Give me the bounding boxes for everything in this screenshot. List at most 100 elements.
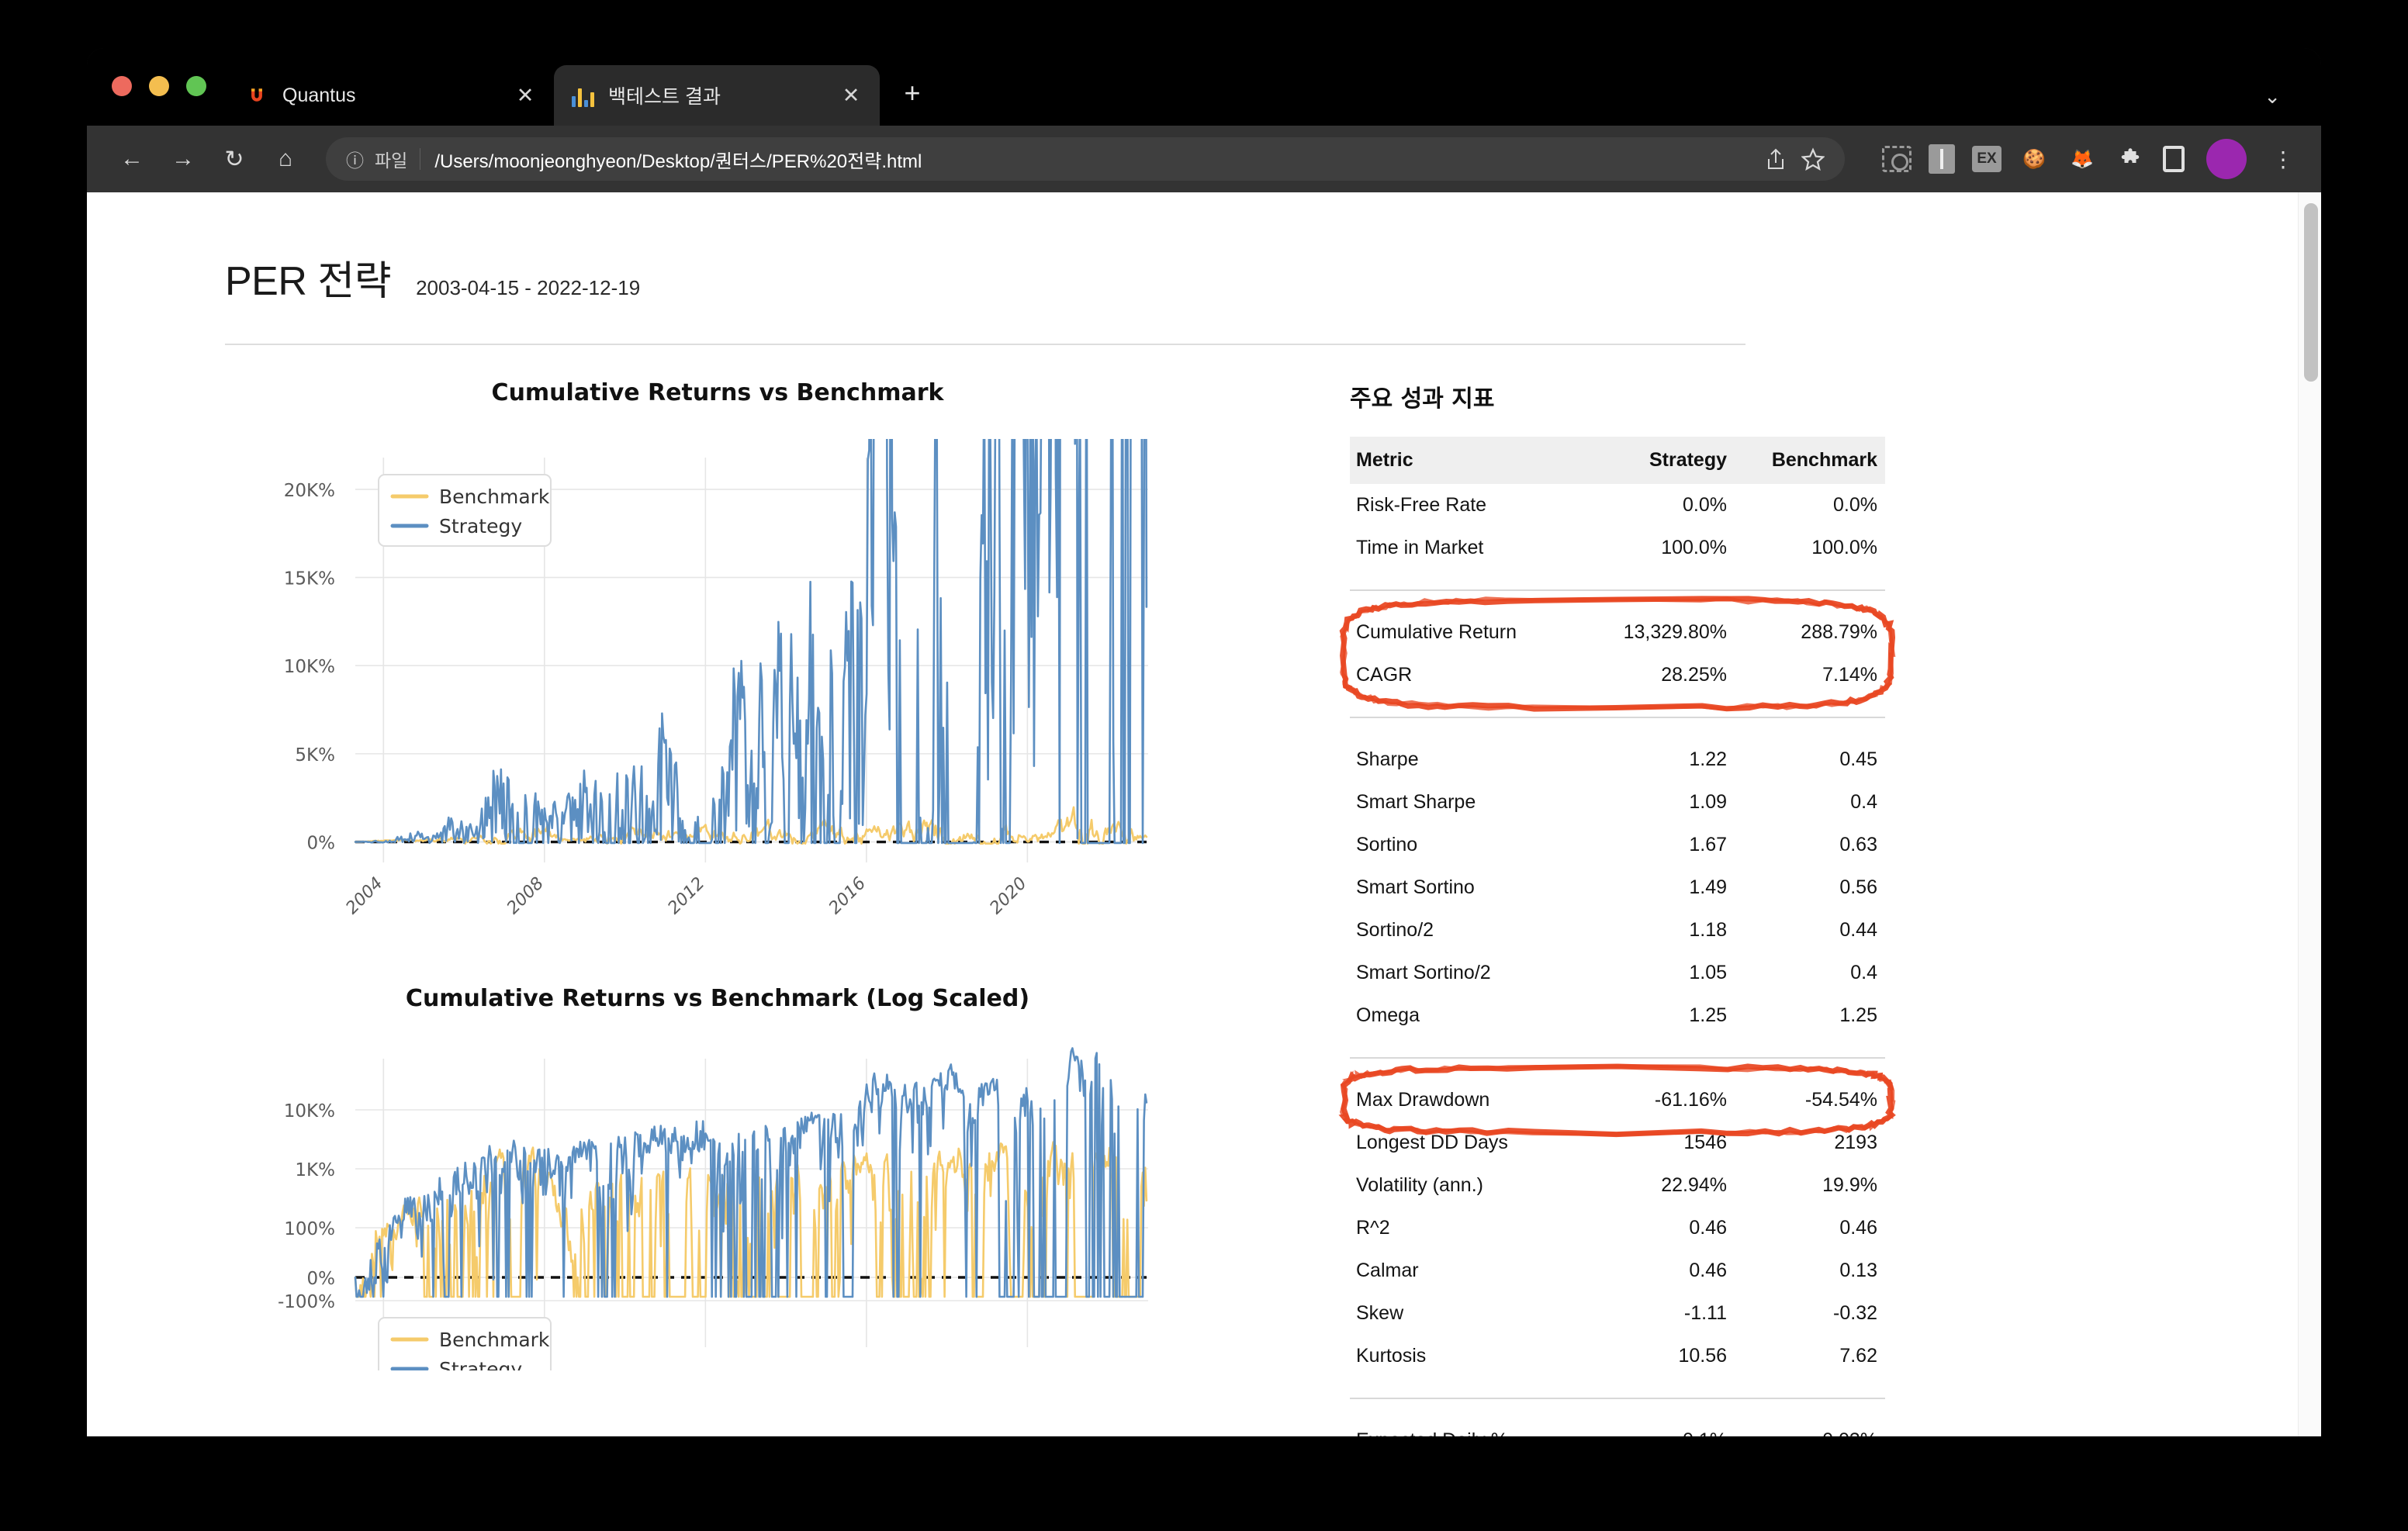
minimize-window-button[interactable] [149, 76, 169, 96]
report-body: Cumulative Returns vs Benchmark 0% 5K% 10K… [225, 379, 2230, 1436]
window-traffic-lights[interactable] [112, 76, 206, 96]
cookie-santa-icon[interactable]: 🍪 [2019, 143, 2050, 175]
new-tab-button[interactable]: + [895, 79, 929, 107]
scrollbar-thumb[interactable] [2304, 203, 2318, 382]
metric-benchmark-value: 0.03% [1735, 1419, 1885, 1436]
y-axis-tick-label: 1K% [295, 1160, 335, 1180]
charts-column: Cumulative Returns vs Benchmark 0% 5K% 10K… [225, 379, 1210, 1436]
table-row: Risk-Free Rate 0.0% 0.0% [1350, 484, 1885, 527]
url-text[interactable]: /Users/moonjeonghyeon/Desktop/퀀터스/PER%20… [434, 146, 1752, 173]
legend-label: Benchmark [439, 1329, 550, 1351]
chart-svg: 0% 5K% 10K% 15K% 20K% 2004 2008 2012 2016 2020 Ben… [284, 439, 1148, 918]
address-bar[interactable]: ⓘ 파일 /Users/moonjeonghyeon/Desktop/퀀터스/P… [326, 137, 1845, 181]
metric-benchmark-value: 0.4 [1850, 791, 1877, 813]
row-spacer [1350, 696, 1885, 717]
metric-name: Skew [1356, 1302, 1404, 1324]
metric-benchmark-value: 2193 [1834, 1132, 1877, 1153]
metric-name: R^2 [1356, 1217, 1390, 1239]
scheme-label: 파일 [375, 150, 408, 171]
capture-icon[interactable] [1882, 146, 1912, 172]
metric-name: Longest DD Days [1356, 1132, 1508, 1153]
browser-menu-icon[interactable]: ⋮ [2271, 147, 2295, 172]
row-spacer [1350, 1399, 1885, 1419]
metric-benchmark-value: 19.9% [1822, 1174, 1877, 1196]
metric-benchmark-value: 0.0% [1833, 494, 1877, 516]
row-spacer [1350, 569, 1885, 589]
metrics-column: 주요 성과 지표 Metric Strategy Benchmark Risk-… [1338, 379, 1896, 1436]
table-row: CAGR 28.25% 7.14% [1350, 654, 1885, 696]
metric-name: Smart Sharpe [1356, 791, 1476, 813]
metric-strategy-value: 28.25% [1661, 664, 1728, 686]
screen: Quantus ✕ 백테스트 결과 ✕ + ⌄ ← → ↻ ⌂ ⓘ 파일 /Us… [0, 0, 2408, 1531]
table-row: Time in Market 100.0% 100.0% [1350, 527, 1885, 569]
tab-title: Quantus [282, 84, 356, 106]
x-axis-tick-label: 2012 [664, 874, 708, 918]
tab-quantus[interactable]: Quantus ✕ [228, 65, 554, 126]
metric-benchmark-value: -0.32 [1833, 1302, 1877, 1324]
report-document: PER 전략 2003-04-15 - 2022-12-19 Cumulativ… [87, 192, 2321, 1436]
table-row: Calmar 0.46 0.13 [1350, 1249, 1885, 1292]
y-axis-tick-label: -100% [278, 1292, 335, 1312]
fox-icon[interactable]: 🦊 [2067, 143, 2098, 175]
y-axis-tick-label: 5K% [295, 745, 335, 766]
close-tab-button[interactable]: ✕ [839, 85, 863, 106]
metric-strategy-value: 13,329.80% [1623, 621, 1728, 643]
close-tab-button[interactable]: ✕ [514, 85, 537, 106]
table-row: Skew -1.11 -0.32 [1350, 1292, 1885, 1335]
metric-benchmark-value: 0.63 [1839, 834, 1877, 855]
chart-svg: -100% 0% 100% 1K% 10K% Benchmark Strategy [278, 1047, 1148, 1370]
tab-backtest-result[interactable]: 백테스트 결과 ✕ [554, 65, 880, 126]
metric-name: Max Drawdown [1356, 1089, 1490, 1111]
maximize-window-button[interactable] [186, 76, 206, 96]
metric-benchmark-value: 7.14% [1822, 664, 1877, 686]
y-axis-tick-label: 10K% [284, 1101, 335, 1121]
tabs: Quantus ✕ 백테스트 결과 ✕ + [228, 48, 929, 126]
metric-benchmark-value: 100.0% [1811, 537, 1877, 558]
table-row: Sortino/2 1.18 0.44 [1350, 909, 1885, 952]
metrics-section-title: 주요 성과 지표 [1350, 385, 1495, 413]
avatar[interactable] [2206, 139, 2247, 179]
reader-mode-icon[interactable] [1929, 144, 1955, 174]
chevron-down-icon[interactable]: ⌄ [2264, 85, 2281, 109]
metric-benchmark-value: -54.54% [1804, 1089, 1877, 1111]
metric-name: Sortino/2 [1356, 919, 1434, 941]
table-row: Expected Daily %0.1%0.03% [1350, 1419, 1885, 1436]
vertical-scrollbar[interactable] [2298, 192, 2321, 1436]
table-row: Kurtosis 10.56 7.62 [1350, 1335, 1885, 1377]
y-axis-tick-label: 10K% [284, 657, 335, 677]
metric-name: Kurtosis [1356, 1345, 1427, 1367]
close-window-button[interactable] [112, 76, 132, 96]
chart-cumulative-returns: Cumulative Returns vs Benchmark 0% 5K% 10K… [225, 379, 1210, 966]
star-icon[interactable] [1801, 147, 1825, 171]
home-button[interactable]: ⌂ [264, 137, 307, 181]
ex-extension-icon[interactable]: EX [1972, 146, 2001, 172]
metric-benchmark-value: 0.56 [1839, 876, 1877, 898]
forward-button[interactable]: → [161, 137, 205, 181]
metric-name: Sortino [1356, 834, 1418, 855]
metric-benchmark-value: 288.79% [1801, 621, 1877, 643]
reload-button[interactable]: ↻ [213, 137, 256, 181]
metric-strategy-value: -61.16% [1654, 1089, 1728, 1111]
table-row: Omega 1.25 1.25 [1350, 994, 1885, 1037]
browser-window: Quantus ✕ 백테스트 결과 ✕ + ⌄ ← → ↻ ⌂ ⓘ 파일 /Us… [87, 48, 2321, 1436]
share-icon[interactable] [1766, 147, 1786, 171]
metric-strategy-value: 1.09 [1689, 791, 1728, 813]
side-panel-icon[interactable] [2163, 146, 2185, 172]
metrics-body: Risk-Free Rate 0.0% 0.0% Time in Market 100.… [1350, 484, 1885, 1436]
info-circle-icon[interactable]: ⓘ [346, 146, 364, 172]
bar-chart-icon [571, 84, 594, 107]
column-header-metric: Metric [1350, 437, 1587, 484]
date-range: 2003-04-15 - 2022-12-19 [416, 276, 641, 299]
metric-benchmark-value: 0.13 [1839, 1260, 1877, 1281]
table-row: Max Drawdown -61.16% -54.54% [1350, 1079, 1885, 1121]
metric-strategy-value: 1.25 [1689, 1004, 1728, 1026]
back-button[interactable]: ← [110, 137, 154, 181]
column-header-benchmark: Benchmark [1735, 437, 1885, 484]
table-row: Smart Sortino 1.49 0.56 [1350, 866, 1885, 909]
x-axis-tick-label: 2020 [986, 874, 1030, 918]
y-axis-tick-label: 15K% [284, 569, 335, 589]
puzzle-icon[interactable] [2115, 143, 2146, 175]
column-header-strategy: Strategy [1586, 437, 1735, 484]
y-axis-tick-label: 20K% [284, 481, 335, 501]
row-spacer [1350, 1377, 1885, 1398]
